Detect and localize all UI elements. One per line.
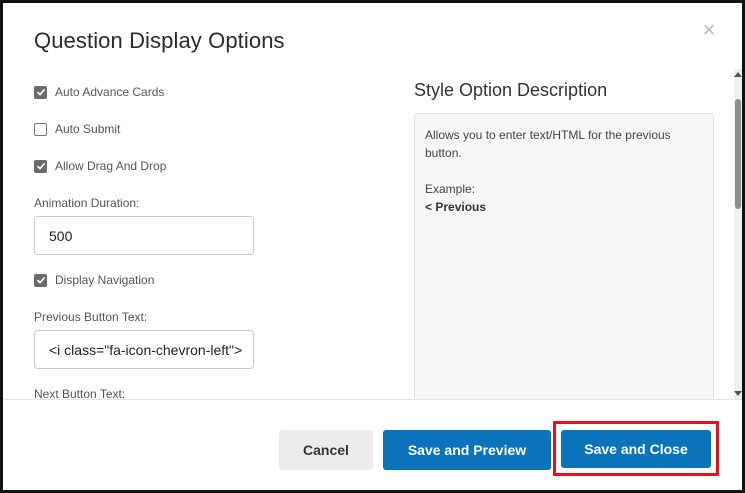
- auto-submit-checkbox[interactable]: [34, 122, 47, 136]
- auto-advance-label: Auto Advance Cards: [55, 85, 165, 99]
- save-and-close-highlight: Save and Close: [553, 421, 719, 476]
- previous-button-text-label: Previous Button Text:: [34, 310, 148, 324]
- triangle-up-icon[interactable]: [734, 69, 742, 79]
- checkmark-icon: [36, 162, 45, 170]
- dialog-footer: Cancel Save and Preview Save and Close: [3, 399, 742, 490]
- drag-drop-label: Allow Drag And Drop: [55, 159, 167, 173]
- drag-drop-checkbox[interactable]: [34, 159, 47, 173]
- dialog-content: Auto Advance Cards Auto Submit Allow Dra…: [3, 69, 742, 399]
- content-scrollbar[interactable]: [734, 69, 742, 399]
- close-icon[interactable]: ×: [699, 19, 719, 41]
- display-navigation-label: Display Navigation: [55, 273, 155, 287]
- example-value: < Previous: [425, 200, 487, 214]
- next-button-text-label: Next Button Text:: [34, 387, 126, 399]
- description-title: Style Option Description: [414, 80, 608, 100]
- description-text-line2: button.: [425, 146, 462, 160]
- drag-drop-option[interactable]: Allow Drag And Drop: [34, 158, 166, 174]
- display-navigation-checkbox[interactable]: [34, 273, 47, 287]
- animation-duration-label: Animation Duration:: [34, 196, 140, 210]
- save-and-close-button[interactable]: Save and Close: [561, 430, 711, 468]
- scrollbar-thumb[interactable]: [735, 99, 741, 209]
- cancel-button[interactable]: Cancel: [279, 430, 373, 470]
- auto-submit-option[interactable]: Auto Submit: [34, 121, 120, 137]
- checkmark-icon: [36, 276, 45, 284]
- checkmark-icon: [36, 88, 45, 96]
- example-label: Example:: [425, 182, 476, 196]
- description-text-line1: Allows you to enter text/HTML for the pr…: [425, 128, 671, 142]
- previous-button-text-input[interactable]: <i class="fa-icon-chevron-left">: [34, 330, 254, 369]
- display-navigation-option[interactable]: Display Navigation: [34, 272, 154, 288]
- auto-advance-option[interactable]: Auto Advance Cards: [34, 84, 164, 100]
- animation-duration-input[interactable]: 500: [34, 216, 254, 255]
- triangle-down-icon[interactable]: [734, 389, 742, 399]
- auto-submit-label: Auto Submit: [55, 122, 121, 136]
- dialog-title: Question Display Options: [34, 28, 285, 53]
- description-panel: Allows you to enter text/HTML for the pr…: [414, 113, 714, 399]
- save-and-preview-button[interactable]: Save and Preview: [383, 430, 551, 470]
- auto-advance-checkbox[interactable]: [34, 85, 47, 99]
- dialog: Question Display Options × Auto Advance …: [0, 0, 745, 493]
